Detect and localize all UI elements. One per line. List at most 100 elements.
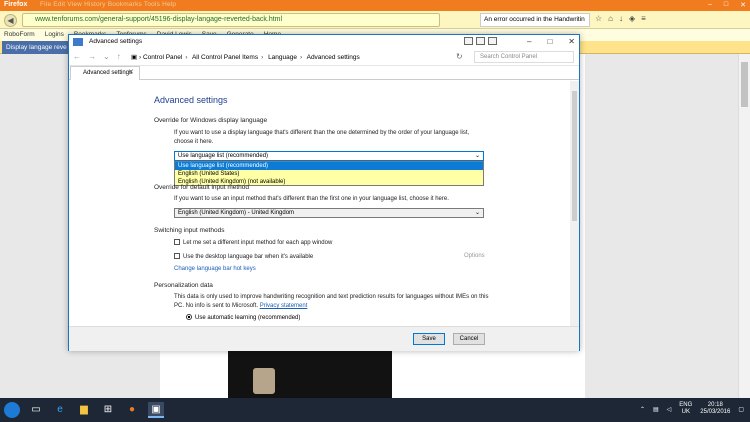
volume-icon[interactable]: ◁	[667, 406, 672, 413]
taskbar: ▭ e ▆ ⊞ ● ▣ ⌃ ▤ ◁ ENG UK 20:18 25/03/201…	[0, 398, 750, 422]
image-object	[253, 368, 275, 394]
app-icon[interactable]	[476, 37, 485, 45]
scroll-thumb[interactable]	[741, 62, 748, 107]
network-icon[interactable]: ▤	[653, 406, 659, 413]
navigation-toolbar: ◀ www.tenforums.com/general-support/4519…	[0, 11, 750, 29]
forward-arrow-icon[interactable]: →	[88, 52, 96, 61]
dialog-footer: Save Cancel	[69, 326, 579, 351]
toolbar-icons: ☆ ⌂ ↓ ◈ ≡	[595, 14, 646, 23]
breadcrumb-icon: ▣ ›	[131, 54, 142, 61]
options-link[interactable]: Options	[464, 253, 485, 259]
dropdown-option[interactable]: English (United States)	[175, 170, 483, 178]
radio-automatic-learning[interactable]: Use automatic learning (recommended)	[186, 314, 300, 321]
checkbox-icon[interactable]	[174, 253, 180, 259]
scroll-thumb[interactable]	[572, 91, 577, 221]
advanced-settings-window: Advanced settings – □ ✕ ← → ⌄ ↑ ▣ › Cont…	[68, 34, 580, 351]
bookmark-item[interactable]: Logins	[45, 31, 64, 39]
firefox-icon[interactable]: ●	[124, 402, 140, 418]
address-bar: ← → ⌄ ↑ ▣ › Control Panel › All Control P…	[69, 49, 579, 66]
checkbox-label: Let me set a different input method for …	[183, 240, 333, 246]
notification-tab[interactable]: An error occurred in the Handwritin	[480, 13, 590, 27]
dialog-title: Advanced settings	[89, 38, 143, 45]
embedded-image	[228, 348, 392, 398]
window-controls: – □ ✕	[708, 1, 746, 9]
clock[interactable]: 20:18 25/03/2016	[700, 402, 730, 416]
section-description: If you want to use an input method that'…	[174, 196, 449, 202]
chevron-down-icon: ⌄	[474, 210, 480, 216]
dialog-title-bar: Advanced settings – □ ✕	[69, 35, 579, 49]
window-tabs: Advanced settings ✕	[69, 66, 579, 80]
clock-date: 25/03/2016	[700, 409, 731, 415]
up-arrow-icon[interactable]: ↑	[117, 52, 121, 61]
cancel-button[interactable]: Cancel	[453, 333, 485, 345]
taskbar-apps: ▭ e ▆ ⊞ ● ▣	[28, 402, 164, 418]
app-icon[interactable]	[488, 37, 497, 45]
section-switching: Switching input methods	[154, 227, 225, 234]
back-arrow-icon[interactable]: ←	[73, 52, 81, 61]
chevron-down-icon[interactable]: ⌄	[103, 52, 110, 61]
section-input-method: Override for default input method	[154, 184, 250, 191]
task-view-icon[interactable]: ▭	[28, 402, 44, 418]
notifications-icon[interactable]: ▢	[738, 406, 744, 413]
radio-label: Use automatic learning (recommended)	[195, 315, 301, 321]
language-code: ENG	[679, 402, 693, 408]
region-code: UK	[681, 409, 690, 415]
chevron-down-icon: ⌄	[474, 153, 480, 159]
system-tray: ⌃ ▤ ◁ ENG UK 20:18 25/03/2016 ▢	[640, 402, 744, 416]
input-method-select[interactable]: English (United Kingdom) - United Kingdo…	[174, 208, 484, 218]
url-text: www.tenforums.com/general-support/45196-…	[35, 16, 283, 23]
page-scrollbar[interactable]	[738, 54, 750, 398]
refresh-icon[interactable]: ↻	[456, 52, 463, 61]
privacy-link[interactable]: Privacy statement	[260, 303, 308, 309]
menu-icon[interactable]: ≡	[641, 14, 646, 23]
close-icon[interactable]: ✕	[568, 35, 575, 49]
control-panel-icon[interactable]: ▣	[148, 402, 164, 418]
firefox-title-bar: Firefox File Edit View History Bookmarks…	[0, 0, 750, 11]
home-icon[interactable]: ⌂	[608, 14, 613, 23]
display-language-select[interactable]: Use language list (recommended) ⌄	[174, 151, 484, 161]
hotkeys-link[interactable]: Change language bar hot keys	[174, 266, 256, 272]
language-indicator[interactable]: ENG UK	[679, 402, 692, 416]
menu-bar[interactable]: File Edit View History Bookmarks Tools H…	[40, 1, 176, 8]
checkbox-per-app-input[interactable]: Let me set a different input method for …	[174, 239, 332, 246]
radio-icon[interactable]	[186, 314, 192, 320]
breadcrumb-item[interactable]: Control Panel	[143, 54, 182, 61]
bookmark-item[interactable]: RoboForm	[4, 31, 35, 39]
search-input[interactable]: Search Control Panel	[474, 51, 574, 63]
chevron-up-icon[interactable]: ⌃	[640, 406, 645, 413]
breadcrumb[interactable]: ▣ › Control Panel › All Control Panel Ite…	[131, 51, 461, 63]
breadcrumb-item[interactable]: All Control Panel Items	[192, 54, 258, 61]
checkbox-language-bar[interactable]: Use the desktop language bar when it's a…	[174, 253, 313, 260]
clock-time: 20:18	[707, 402, 723, 408]
store-icon[interactable]: ⊞	[100, 402, 116, 418]
personalization-text: This data is only used to improve handwr…	[174, 294, 489, 309]
file-explorer-icon[interactable]: ▆	[76, 402, 92, 418]
select-value: Use language list (recommended)	[178, 153, 269, 159]
section-description: If you want to use a display language th…	[174, 130, 470, 145]
minimize-icon[interactable]: –	[527, 35, 531, 49]
dropdown-option[interactable]: Use language list (recommended)	[175, 162, 483, 170]
checkbox-icon[interactable]	[174, 239, 180, 245]
page-title: Advanced settings	[154, 95, 228, 105]
breadcrumb-item[interactable]: Advanced settings	[307, 54, 360, 61]
edge-icon[interactable]: e	[52, 402, 68, 418]
star-icon[interactable]: ☆	[595, 14, 602, 23]
app-icon[interactable]	[464, 37, 473, 45]
close-tab-icon[interactable]: ✕	[128, 68, 134, 76]
control-panel-icon	[73, 38, 83, 46]
minimize-icon[interactable]: –	[708, 1, 712, 9]
back-button[interactable]: ◀	[4, 14, 17, 27]
close-icon[interactable]: ✕	[740, 1, 746, 9]
maximize-icon[interactable]: □	[724, 1, 728, 9]
shield-icon[interactable]: ◈	[629, 14, 635, 23]
save-button[interactable]: Save	[413, 333, 445, 345]
download-icon[interactable]: ↓	[619, 14, 623, 23]
dialog-window-controls: – □ ✕	[527, 35, 575, 49]
firefox-menu-button[interactable]: Firefox	[4, 1, 27, 8]
content-scrollbar[interactable]	[570, 81, 579, 326]
recorder-icons	[464, 37, 497, 45]
breadcrumb-item[interactable]: Language	[268, 54, 297, 61]
maximize-icon[interactable]: □	[547, 35, 552, 49]
windows-start-icon[interactable]	[4, 402, 20, 418]
url-bar[interactable]: www.tenforums.com/general-support/45196-…	[22, 13, 440, 27]
